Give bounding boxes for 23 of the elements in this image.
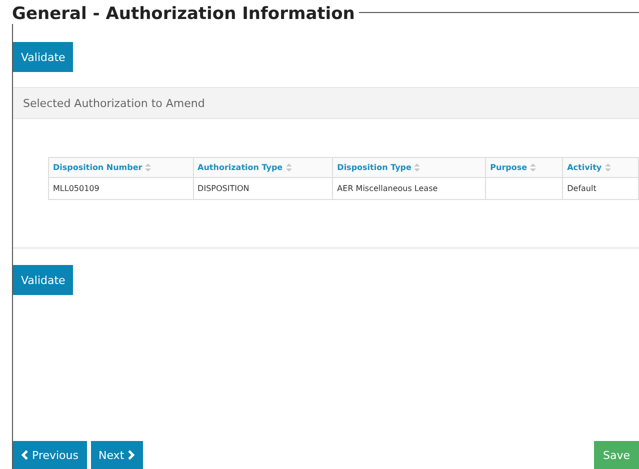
sort-icon xyxy=(145,163,152,172)
page-title: General - Authorization Information xyxy=(12,4,359,24)
column-header[interactable]: Disposition Number xyxy=(48,158,194,178)
column-header[interactable]: Activity xyxy=(562,158,638,178)
validate-button[interactable]: Validate xyxy=(13,42,74,72)
chevron-right-icon xyxy=(128,450,136,460)
column-header[interactable]: Purpose xyxy=(486,158,563,178)
sort-icon xyxy=(530,163,536,172)
table-cell: DISPOSITION xyxy=(193,178,333,200)
column-header[interactable]: Authorization Type xyxy=(193,158,333,178)
chevron-left-icon xyxy=(21,450,28,460)
sort-icon xyxy=(414,163,420,172)
panel-heading: Selected Authorization to Amend xyxy=(23,96,205,110)
column-header[interactable]: Disposition Type xyxy=(332,158,486,178)
table-cell: Default xyxy=(562,178,638,200)
sort-icon xyxy=(286,163,292,172)
table-cell: AER Miscellaneous Lease xyxy=(332,178,486,200)
sort-icon xyxy=(604,163,611,172)
save-button[interactable]: Save xyxy=(594,441,639,469)
previous-button[interactable]: Previous xyxy=(13,441,86,469)
validate-button[interactable]: Validate xyxy=(13,265,74,295)
table-cell: MLL050109 xyxy=(48,178,194,200)
next-button[interactable]: Next xyxy=(90,441,144,469)
